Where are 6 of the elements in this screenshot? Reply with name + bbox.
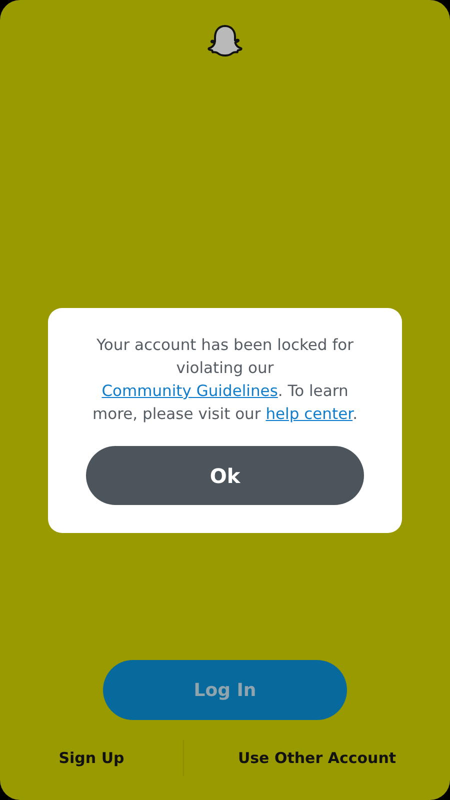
ok-button[interactable]: Ok [86, 446, 364, 505]
inline-link[interactable]: Community Guidelines [102, 382, 278, 400]
inline-link[interactable]: help center [266, 405, 353, 423]
footer-link[interactable]: Use Other Account [184, 749, 450, 767]
alert-message: Your account has been locked for violating our Community Guidelines. To learn more, please visit our help center. [91, 335, 359, 425]
footer-link[interactable]: Sign Up [0, 749, 183, 767]
